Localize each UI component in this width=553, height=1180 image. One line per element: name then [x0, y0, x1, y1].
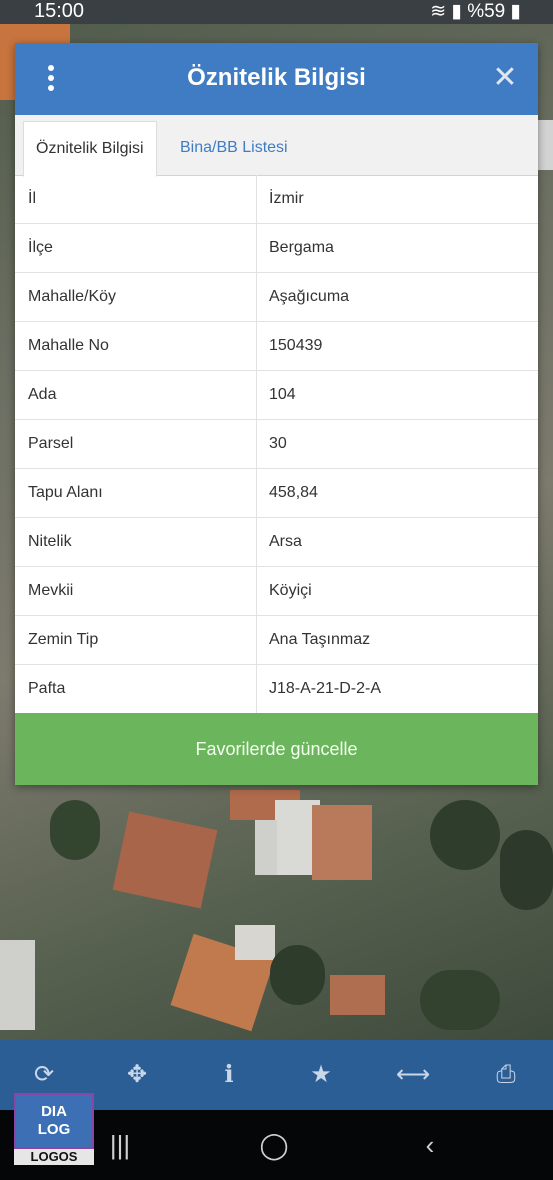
row-value: 30: [269, 435, 287, 452]
table-row: Mahalle/Köy Aşağıcuma: [15, 273, 538, 322]
back-icon[interactable]: ‹: [410, 1130, 450, 1161]
row-key: Mahalle No: [28, 337, 109, 354]
logo-mark: DIA LOG: [14, 1093, 94, 1149]
tab-building-list[interactable]: Bina/BB Listesi: [168, 121, 300, 175]
table-row: Parsel 30: [15, 420, 538, 469]
row-value: Köyiçi: [269, 582, 312, 599]
row-value: 458,84: [269, 484, 318, 501]
battery-level: %59: [467, 1, 506, 22]
row-value: Ana Taşınmaz: [269, 631, 371, 648]
attribute-table: İl İzmir İlçe Bergama Mahalle/Köy Aşağıcuma…: [15, 175, 538, 714]
print-icon[interactable]: ⎙: [489, 1058, 523, 1092]
table-row: Ada 104: [15, 371, 538, 420]
table-row: Nitelik Arsa: [15, 518, 538, 567]
row-key: İl: [28, 190, 36, 207]
home-icon[interactable]: ◯: [254, 1130, 294, 1161]
table-row: Mevkii Köyiçi: [15, 567, 538, 616]
tab-attribute-info[interactable]: Öznitelik Bilgisi: [23, 121, 157, 177]
battery-icon: ▮: [510, 1, 521, 22]
row-key: Mevkii: [28, 582, 74, 599]
logo-line1: DIA: [41, 1103, 67, 1120]
row-value: Bergama: [269, 239, 334, 256]
recent-apps-icon[interactable]: |||: [100, 1130, 140, 1161]
dialog-title: Öznitelik Bilgisi: [187, 64, 366, 91]
row-key: Zemin Tip: [28, 631, 99, 648]
table-row: Mahalle No 150439: [15, 322, 538, 371]
locate-icon[interactable]: ✥: [120, 1058, 154, 1092]
row-value: 104: [269, 386, 296, 403]
row-key: İlçe: [28, 239, 53, 256]
info-icon[interactable]: ℹ: [212, 1058, 246, 1092]
logo-text: LOGOS: [14, 1149, 94, 1165]
status-time: 15:00: [34, 0, 85, 22]
row-value: Arsa: [269, 533, 302, 550]
star-icon[interactable]: ★: [304, 1058, 338, 1092]
table-row: İl İzmir: [15, 175, 538, 224]
wifi-icon: ≋: [430, 1, 447, 22]
table-row: Tapu Alanı 458,84: [15, 469, 538, 518]
close-icon[interactable]: ✕: [490, 63, 520, 93]
table-row: Pafta J18-A-21-D-2-A: [15, 665, 538, 714]
row-key: Ada: [28, 386, 57, 403]
update-favorites-button[interactable]: Favorilerde güncelle: [15, 713, 538, 785]
signal-icon: ▮: [451, 1, 462, 22]
row-key: Parsel: [28, 435, 74, 452]
row-key: Mahalle/Köy: [28, 288, 117, 305]
attribute-dialog: Öznitelik Bilgisi ✕ Öznitelik Bilgisi Bi…: [15, 43, 538, 785]
row-value: İzmir: [269, 190, 304, 207]
table-row: Zemin Tip Ana Taşınmaz: [15, 616, 538, 665]
status-bar: 15:00 ≋ ▮ %59 ▮: [0, 0, 553, 24]
row-key: Pafta: [28, 680, 66, 697]
row-value: Aşağıcuma: [269, 288, 350, 305]
status-indicators: ≋ ▮ %59 ▮: [430, 0, 521, 23]
dialog-tabs: Öznitelik Bilgisi Bina/BB Listesi: [15, 115, 538, 177]
dialog-header: Öznitelik Bilgisi ✕: [15, 43, 538, 115]
measure-icon[interactable]: ⟷: [396, 1058, 430, 1092]
table-row: İlçe Bergama: [15, 224, 538, 273]
row-key: Tapu Alanı: [28, 484, 103, 501]
logo-line2: LOG: [37, 1121, 71, 1138]
row-value: 150439: [269, 337, 323, 354]
row-key: Nitelik: [28, 533, 72, 550]
dialog-logos-logo: DIA LOG LOGOS: [14, 1093, 94, 1165]
row-value: J18-A-21-D-2-A: [269, 680, 382, 697]
refresh-icon[interactable]: ⟳: [27, 1058, 61, 1092]
